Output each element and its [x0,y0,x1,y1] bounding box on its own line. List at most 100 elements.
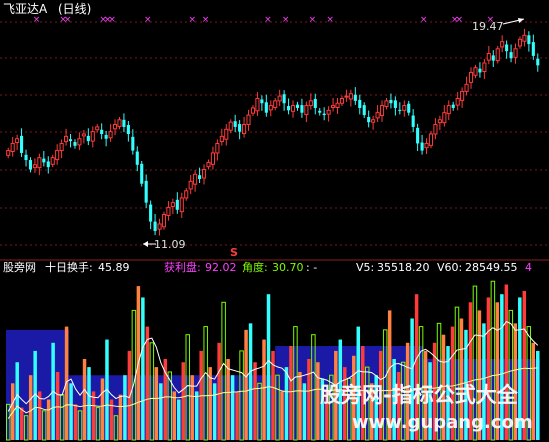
v60-value: 28549.55 [465,261,518,274]
candle-body [95,126,100,131]
candle-body [210,152,215,165]
turnover-bar [163,359,168,440]
candle-body [233,121,237,127]
candle-body [73,142,77,146]
candle-body [531,42,535,56]
candle-body [362,105,366,116]
candle-body [290,105,296,112]
candle-body [536,58,540,66]
candle-body [353,94,357,101]
v5-label: V5: [356,261,374,274]
signal-x-mark: × [188,15,196,25]
indicator-value: 45.89 [98,261,130,274]
candle-body [313,98,317,108]
candle-body [161,213,167,228]
turnover-bar [123,375,127,440]
candle-body [442,112,447,124]
turnover-bar [141,297,145,440]
candle-body [411,115,415,127]
candle-body [491,55,495,61]
candle-body [112,124,118,130]
candle-body [318,110,322,113]
candle-body [455,97,460,106]
candle-body [126,125,130,134]
candle-body [166,206,171,216]
candle-body [379,105,385,117]
candle-body [219,135,224,143]
candle-body [64,135,69,143]
turnover-bar [298,371,302,440]
signal-x-mark: × [33,15,41,25]
turnover-bar [177,399,181,440]
candle-body [500,41,505,48]
candle-body [295,104,300,108]
candle-body [140,163,144,184]
signal-s-marker: S [230,246,238,259]
candle-body [389,99,393,104]
candle-body [153,221,157,232]
turnover-bar [194,391,199,440]
turnover-bar [226,359,230,440]
turnover-bar [284,367,289,440]
v5-value: 35518.20 [377,261,430,274]
candle-body [505,44,509,52]
candle-body [122,119,126,127]
candle-body [358,99,362,108]
stock-chart[interactable]: × ×× ××× × × × × × × × × ×× × 飞亚达A (日线) 19.47 11.09 … [0,0,549,442]
candle-body [201,169,207,179]
candle-body [517,38,523,47]
candle-body [527,35,531,45]
candle-body [424,142,429,149]
candle-body [464,83,469,92]
turnover-bar [28,375,33,440]
candle-body [495,48,500,62]
turnover-bar [266,294,271,440]
candle-body [157,223,162,230]
signal-x-mark: × [64,15,72,25]
candle-body [117,119,122,127]
turnover-bar [217,342,221,440]
turnover-bar [154,367,159,440]
candle-body [198,175,202,179]
candle-body [348,93,353,100]
turnover-bar [69,383,73,440]
candle-body [468,71,474,83]
signal-x-mark: × [420,15,428,25]
candle-body [193,173,198,185]
candle-body [260,99,264,104]
turnover-bar [253,362,257,440]
turnover-bar [64,326,69,440]
signal-x-mark: × [326,15,334,25]
candle-body [24,154,28,161]
candle-body [522,34,527,42]
turnover-bar [19,407,24,440]
signal-x-mark: × [282,15,290,25]
candle-body [28,160,33,170]
candle-body [393,100,397,108]
candle-body [433,124,438,135]
candle-body [282,94,286,104]
candle-body [344,95,349,98]
angle-label: 角度: [242,260,268,274]
candle-body [420,142,424,151]
candle-body [250,107,256,114]
candle-body [513,48,518,58]
turnover-bar [73,404,78,440]
high-price-label: 19.47 [472,20,504,33]
candle-body [478,68,482,73]
candle-body [50,157,55,165]
low-price-label: 11.09 [154,238,186,251]
candle-body [428,133,434,146]
candle-body [238,124,242,132]
period-label: (日线) [58,2,91,16]
candle-body [175,199,179,210]
candle-body [55,150,60,161]
signal-x-mark: × [309,15,317,25]
candle-body [184,190,189,199]
angle-suffix: : - [306,261,317,274]
candle-body [15,138,20,144]
candle-body [451,104,455,108]
candle-body [273,100,278,108]
candle-body [331,105,336,108]
turnover-bar [172,391,177,440]
